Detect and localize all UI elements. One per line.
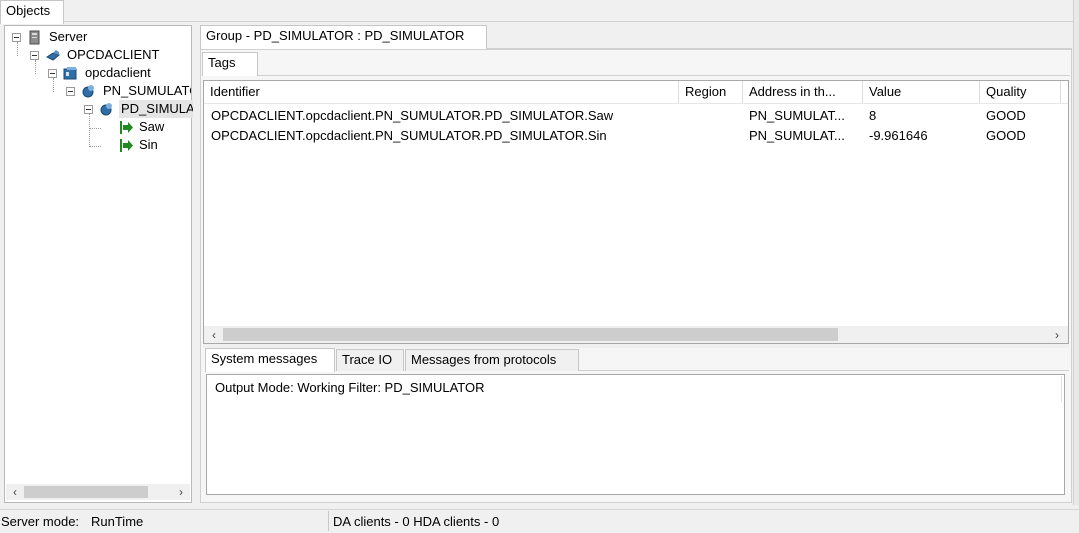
cell-address: PN_SUMULAT... xyxy=(749,128,845,143)
tree-line xyxy=(89,114,90,147)
output-vscroll-line xyxy=(1061,376,1062,402)
tab-objects-label: Objects xyxy=(6,3,51,18)
group-icon xyxy=(82,85,94,98)
pd-simulator-expander[interactable] xyxy=(84,105,93,114)
tree-node-opcdaclient-upper-label: OPCDACLIENT xyxy=(67,47,160,62)
table-row[interactable]: OPCDACLIENT.opcdaclient.PN_SUMULATOR.PD_… xyxy=(204,126,1068,146)
status-server-mode-value: RunTime xyxy=(91,514,144,529)
tab-system-messages[interactable]: System messages xyxy=(205,348,335,372)
tab-trace-io-label: Trace IO xyxy=(342,352,393,367)
opcdaclient-expander[interactable] xyxy=(30,51,39,60)
status-divider xyxy=(328,511,329,531)
tree-node-server[interactable]: Server xyxy=(49,28,87,46)
tags-table[interactable]: Identifier Region Address in th... Value… xyxy=(203,80,1069,344)
server-icon xyxy=(29,30,40,45)
tree-node-sin-label: Sin xyxy=(139,137,158,152)
tree-line xyxy=(89,146,101,147)
tree-node-pd-simulator[interactable]: PD_SIMULATOR xyxy=(119,100,193,118)
tab-bar-line xyxy=(64,21,1079,22)
tab-tags-label: Tags xyxy=(208,55,236,70)
tree-node-opcdaclient-upper[interactable]: OPCDACLIENT xyxy=(67,46,159,64)
tab-messages-from-protocols-label: Messages from protocols xyxy=(411,352,557,367)
status-clients: DA clients - 0 HDA clients - 0 xyxy=(333,514,500,529)
cell-quality: GOOD xyxy=(986,128,1026,143)
scroll-left-icon[interactable]: ‹ xyxy=(8,485,22,499)
tab-system-messages-label: System messages xyxy=(211,351,318,366)
server-expander[interactable] xyxy=(12,33,21,42)
column-header-identifier[interactable]: Identifier xyxy=(204,81,679,103)
tree-node-pd-simulator-label: PD_SIMULATOR xyxy=(121,101,193,116)
cell-value: 8 xyxy=(869,108,877,123)
vertical-splitter[interactable] xyxy=(194,25,198,503)
tree-node-server-label: Server xyxy=(49,29,88,44)
tree-node-pn-simulator[interactable]: PN_SUMULATOR xyxy=(103,82,191,100)
cell-identifier: OPCDACLIENT.opcdaclient.PN_SUMULATOR.PD_… xyxy=(211,108,614,123)
objects-tree-panel[interactable]: Server OPCDACLIENT opcdaclient PN_SUMULA… xyxy=(4,25,193,503)
output-text: Output Mode: Working Filter: PD_SIMULATO… xyxy=(215,380,485,395)
cell-region xyxy=(685,106,741,126)
scroll-left-icon[interactable]: ‹ xyxy=(207,328,221,342)
table-hscroll-thumb[interactable] xyxy=(223,328,838,341)
group-icon xyxy=(100,103,112,116)
tab-tags[interactable]: Tags xyxy=(202,52,258,76)
tag-arrow-icon xyxy=(120,139,133,152)
tree-line xyxy=(17,42,18,56)
tree-node-sin[interactable]: Sin xyxy=(139,136,158,154)
cell-quality: GOOD xyxy=(986,108,1026,123)
tree-line xyxy=(35,60,36,74)
device-icon xyxy=(63,67,77,80)
status-bar xyxy=(0,509,1079,533)
tab-trace-io[interactable]: Trace IO xyxy=(336,349,404,371)
opcdaclient-lower-expander[interactable] xyxy=(48,69,57,78)
table-header: Identifier Region Address in th... Value… xyxy=(204,81,1068,104)
tab-objects[interactable]: Objects xyxy=(0,0,64,24)
table-hscrollbar[interactable]: ‹ › xyxy=(204,326,1068,343)
status-server-mode-label: Server mode: xyxy=(1,514,80,529)
tree-line xyxy=(89,128,101,129)
tree-node-opcdaclient-lower-label: opcdaclient xyxy=(85,65,151,80)
cell-region xyxy=(685,126,741,146)
table-row[interactable]: OPCDACLIENT.opcdaclient.PN_SUMULATOR.PD_… xyxy=(204,106,1068,126)
tab-group[interactable]: Group - PD_SIMULATOR : PD_SIMULATOR xyxy=(200,25,487,49)
scroll-right-icon[interactable]: › xyxy=(1050,328,1064,342)
messages-tab-line xyxy=(579,370,1069,371)
tab-group-label: Group - PD_SIMULATOR : PD_SIMULATOR xyxy=(206,28,465,43)
client-icon xyxy=(46,50,60,61)
column-header-value[interactable]: Value xyxy=(863,81,980,103)
tag-arrow-icon xyxy=(120,121,133,134)
tree-line xyxy=(53,78,54,92)
pn-simulator-expander[interactable] xyxy=(66,87,75,96)
scroll-right-icon[interactable]: › xyxy=(174,485,188,499)
tree-hscroll-thumb[interactable] xyxy=(24,486,148,498)
window-right-border xyxy=(1073,0,1079,505)
column-header-address[interactable]: Address in th... xyxy=(743,81,863,103)
cell-address: PN_SUMULAT... xyxy=(749,108,845,123)
column-header-region[interactable]: Region xyxy=(679,81,743,103)
tags-tab-line xyxy=(258,75,1070,76)
cell-identifier: OPCDACLIENT.opcdaclient.PN_SUMULATOR.PD_… xyxy=(211,128,607,143)
tree-node-pn-simulator-label: PN_SUMULATOR xyxy=(103,83,191,98)
tree-node-opcdaclient-lower[interactable]: opcdaclient xyxy=(85,64,151,82)
tree-node-saw[interactable]: Saw xyxy=(139,118,164,136)
tree-node-saw-label: Saw xyxy=(139,119,165,134)
column-header-quality[interactable]: Quality xyxy=(980,81,1061,103)
tree-hscrollbar[interactable]: ‹ › xyxy=(6,484,190,500)
output-panel[interactable]: Output Mode: Working Filter: PD_SIMULATO… xyxy=(206,374,1065,495)
cell-value: -9.961646 xyxy=(869,128,928,143)
tab-messages-from-protocols[interactable]: Messages from protocols xyxy=(405,349,579,371)
